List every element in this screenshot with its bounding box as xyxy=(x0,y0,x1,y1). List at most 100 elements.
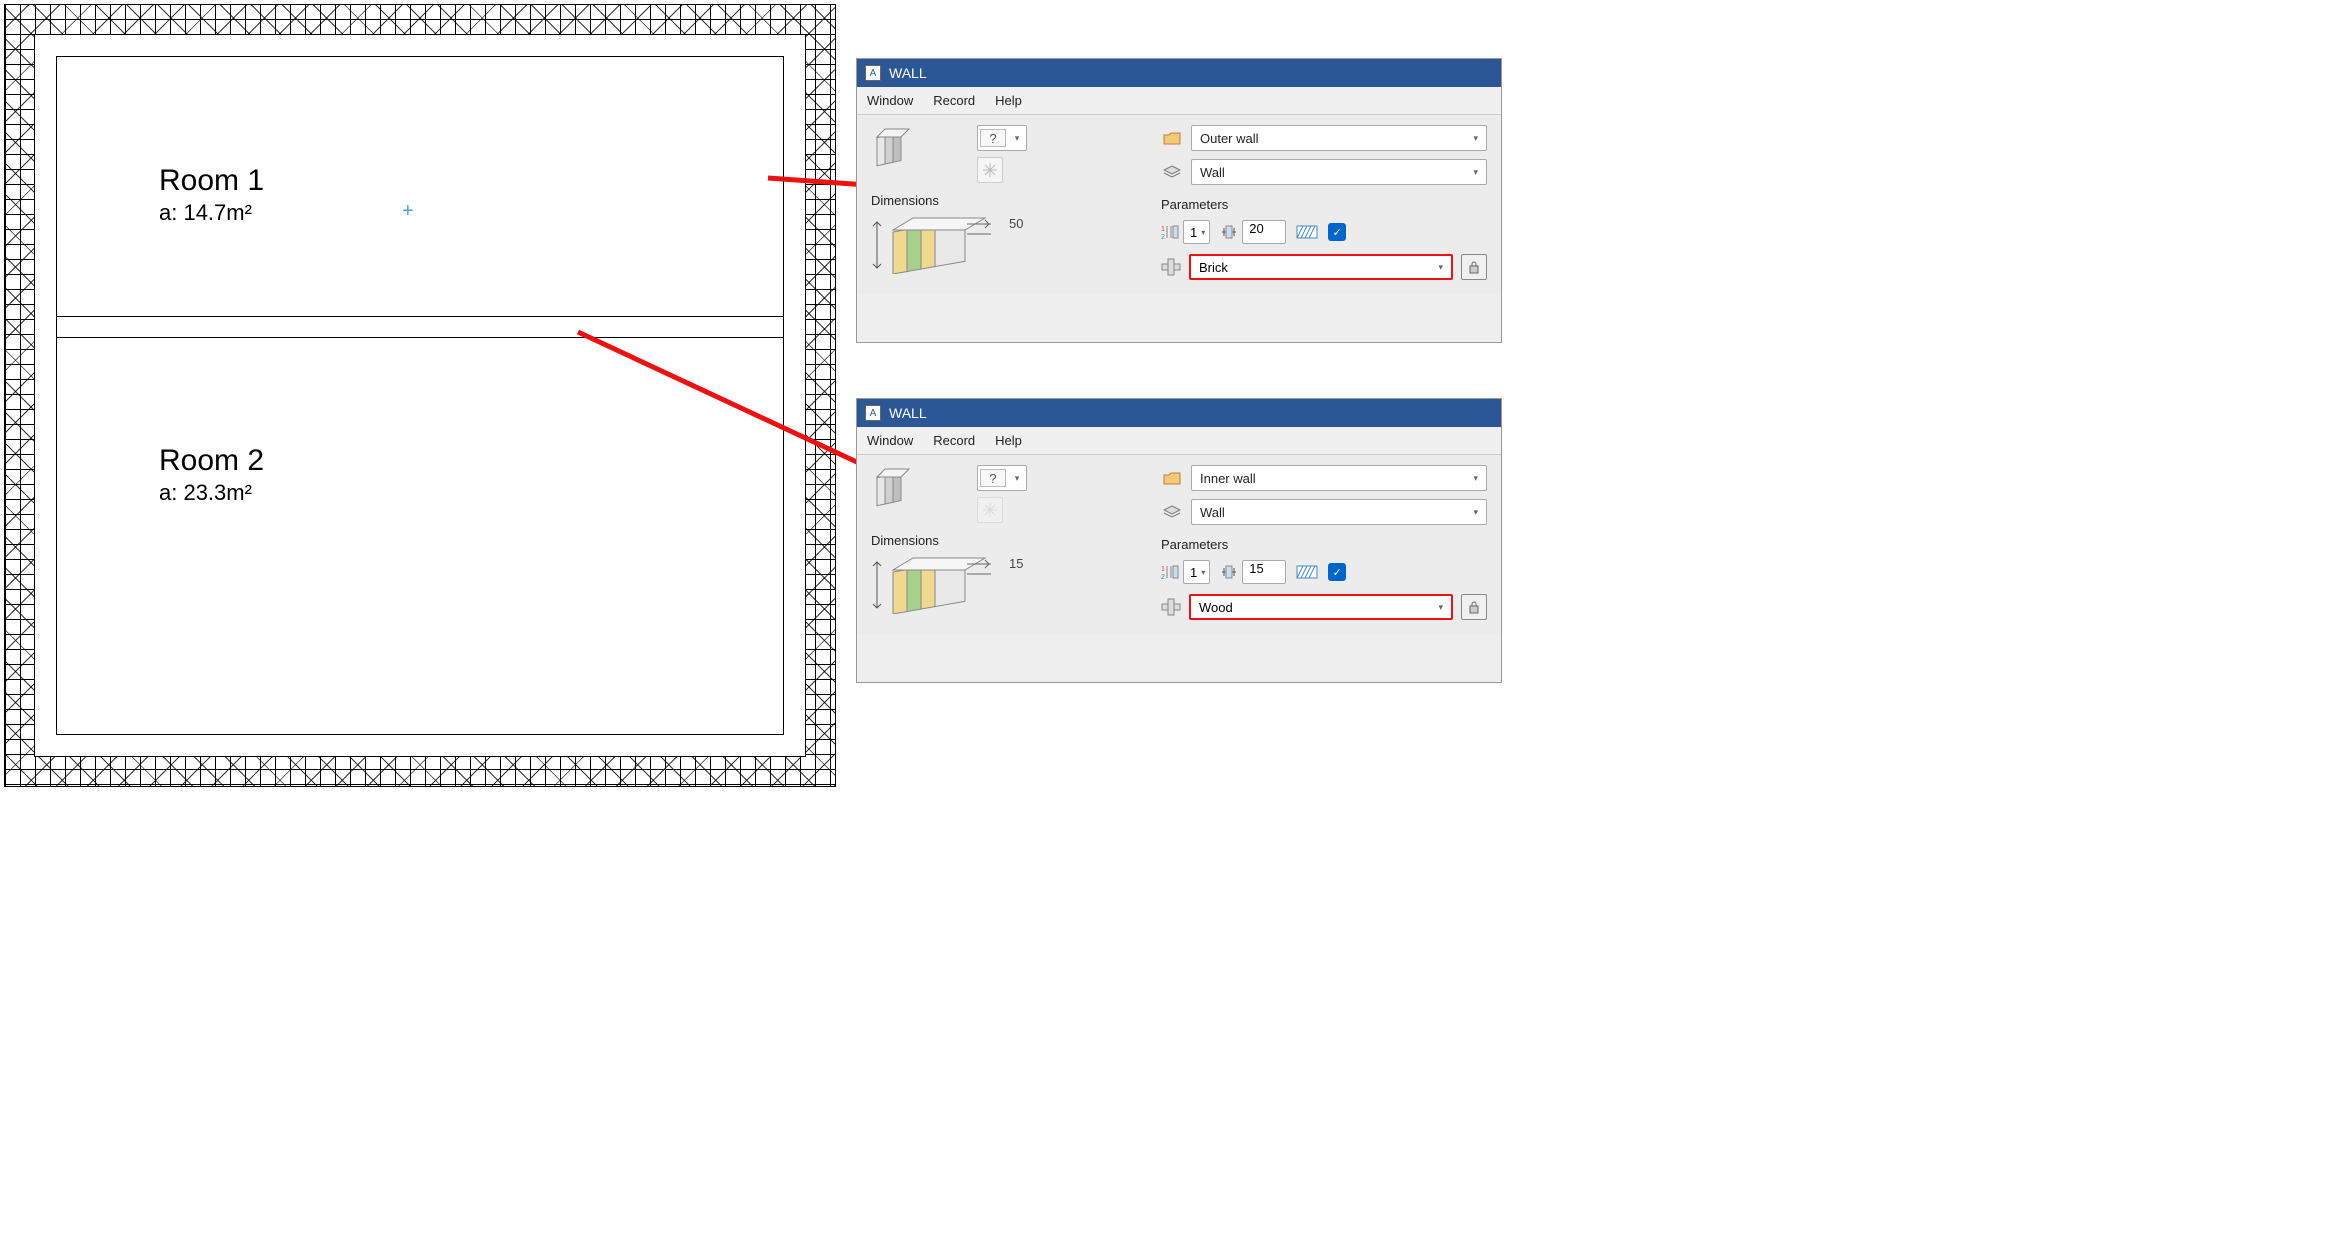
layers-icon xyxy=(1161,163,1183,181)
panel-title: WALL xyxy=(889,405,927,421)
parameters-label: Parameters xyxy=(1161,197,1487,212)
hatch-checkbox[interactable]: ✓ xyxy=(1328,223,1346,241)
joint-icon xyxy=(1161,598,1181,616)
help-dropdown[interactable]: ? ▾ xyxy=(977,465,1027,491)
wall-type-value: Outer wall xyxy=(1200,131,1259,146)
hatch-checkbox[interactable]: ✓ xyxy=(1328,563,1346,581)
room1-name: Room 1 xyxy=(159,164,264,198)
wall-panel-outer: A WALL Window Record Help ? xyxy=(856,58,1502,343)
inner-room-boundary xyxy=(56,56,784,735)
material-value: Wood xyxy=(1199,600,1233,615)
help-dropdown[interactable]: ? ▾ xyxy=(977,125,1027,151)
svg-text:1: 1 xyxy=(1161,226,1165,233)
room2-label-group: Room 2 a: 23.3m² xyxy=(159,444,264,506)
thickness-input[interactable]: 15 xyxy=(1242,560,1286,584)
lock-button[interactable] xyxy=(1461,594,1487,620)
inner-dividing-wall xyxy=(57,316,783,338)
menu-help[interactable]: Help xyxy=(995,433,1022,448)
layer-count-dropdown[interactable]: 1 ▾ xyxy=(1183,220,1210,244)
thickness-value: 15 xyxy=(1249,561,1263,576)
thickness-icon xyxy=(1220,564,1238,580)
dimension-value: 15 xyxy=(1009,556,1023,571)
vertical-dimension-icon xyxy=(871,556,883,614)
hatch-pattern-icon xyxy=(1296,565,1318,579)
room1-area: a: 14.7m² xyxy=(159,200,264,226)
panel-title: WALL xyxy=(889,65,927,81)
chevron-down-icon: ▾ xyxy=(1201,228,1205,237)
chevron-down-icon: ▾ xyxy=(1008,133,1026,144)
lock-icon xyxy=(1468,600,1480,614)
chevron-down-icon: ▾ xyxy=(1473,133,1478,144)
floorplan-drawing: Room 1 a: 14.7m² + Room 2 a: 23.3m² xyxy=(4,4,836,787)
wall-layers-icon xyxy=(889,556,999,614)
lock-icon xyxy=(1468,260,1480,274)
folder-icon xyxy=(1161,129,1183,147)
dimension-visual: 50 xyxy=(871,216,1141,274)
material-dropdown[interactable]: Brick ▾ xyxy=(1189,254,1453,280)
panel-body: ? ▾ Dimensions xyxy=(857,455,1501,634)
layer-count-icon: 1 2 xyxy=(1161,224,1179,240)
thickness-input[interactable]: 20 xyxy=(1242,220,1286,244)
folder-icon xyxy=(1161,469,1183,487)
cursor-crosshair-icon: + xyxy=(402,200,414,223)
titlebar[interactable]: A WALL xyxy=(857,59,1501,87)
chevron-down-icon: ▾ xyxy=(1438,262,1443,273)
layer-count-value: 1 xyxy=(1190,225,1197,240)
chevron-down-icon: ▾ xyxy=(1473,167,1478,178)
wall-layers-icon xyxy=(889,216,999,274)
menubar: Window Record Help xyxy=(857,87,1501,115)
joint-icon xyxy=(1161,258,1181,276)
room1-label-group: Room 1 a: 14.7m² xyxy=(159,164,264,226)
freeze-button[interactable] xyxy=(977,157,1003,183)
wall-type-dropdown[interactable]: Outer wall ▾ xyxy=(1191,125,1487,151)
material-dropdown[interactable]: Wood ▾ xyxy=(1189,594,1453,620)
layer-dropdown[interactable]: Wall ▾ xyxy=(1191,159,1487,185)
chevron-down-icon: ▾ xyxy=(1201,568,1205,577)
dimension-value: 50 xyxy=(1009,216,1023,231)
app-icon: A xyxy=(865,65,881,81)
parameters-label: Parameters xyxy=(1161,537,1487,552)
menu-window[interactable]: Window xyxy=(867,433,913,448)
vertical-dimension-icon xyxy=(871,216,883,274)
wall-element-icon xyxy=(871,125,915,169)
svg-text:1: 1 xyxy=(1161,566,1165,573)
room2-name: Room 2 xyxy=(159,444,264,478)
chevron-down-icon: ▾ xyxy=(1473,473,1478,484)
freeze-button[interactable] xyxy=(977,497,1003,523)
wall-element-icon xyxy=(871,465,915,509)
titlebar[interactable]: A WALL xyxy=(857,399,1501,427)
menu-help[interactable]: Help xyxy=(995,93,1022,108)
layer-count-icon: 1 2 xyxy=(1161,564,1179,580)
thickness-icon xyxy=(1220,224,1238,240)
wall-type-dropdown[interactable]: Inner wall ▾ xyxy=(1191,465,1487,491)
svg-text:2: 2 xyxy=(1161,574,1165,580)
menu-window[interactable]: Window xyxy=(867,93,913,108)
chevron-down-icon: ▾ xyxy=(1473,507,1478,518)
menu-record[interactable]: Record xyxy=(933,433,975,448)
layer-dropdown[interactable]: Wall ▾ xyxy=(1191,499,1487,525)
room2-area: a: 23.3m² xyxy=(159,480,264,506)
dimension-visual: 15 xyxy=(871,556,1141,614)
layer-value: Wall xyxy=(1200,505,1225,520)
menubar: Window Record Help xyxy=(857,427,1501,455)
panel-body: ? ▾ Dimensions xyxy=(857,115,1501,294)
dimensions-label: Dimensions xyxy=(871,193,1141,208)
wall-panel-inner: A WALL Window Record Help ? xyxy=(856,398,1502,683)
question-icon: ? xyxy=(980,129,1006,147)
app-icon: A xyxy=(865,405,881,421)
layer-count-dropdown[interactable]: 1 ▾ xyxy=(1183,560,1210,584)
question-icon: ? xyxy=(980,469,1006,487)
wall-type-value: Inner wall xyxy=(1200,471,1256,486)
chevron-down-icon: ▾ xyxy=(1438,602,1443,613)
chevron-down-icon: ▾ xyxy=(1008,473,1026,484)
layer-count-value: 1 xyxy=(1190,565,1197,580)
svg-text:2: 2 xyxy=(1161,234,1165,240)
dimensions-label: Dimensions xyxy=(871,533,1141,548)
menu-record[interactable]: Record xyxy=(933,93,975,108)
layers-icon xyxy=(1161,503,1183,521)
thickness-value: 20 xyxy=(1249,221,1263,236)
lock-button[interactable] xyxy=(1461,254,1487,280)
hatch-pattern-icon xyxy=(1296,225,1318,239)
layer-value: Wall xyxy=(1200,165,1225,180)
material-value: Brick xyxy=(1199,260,1228,275)
